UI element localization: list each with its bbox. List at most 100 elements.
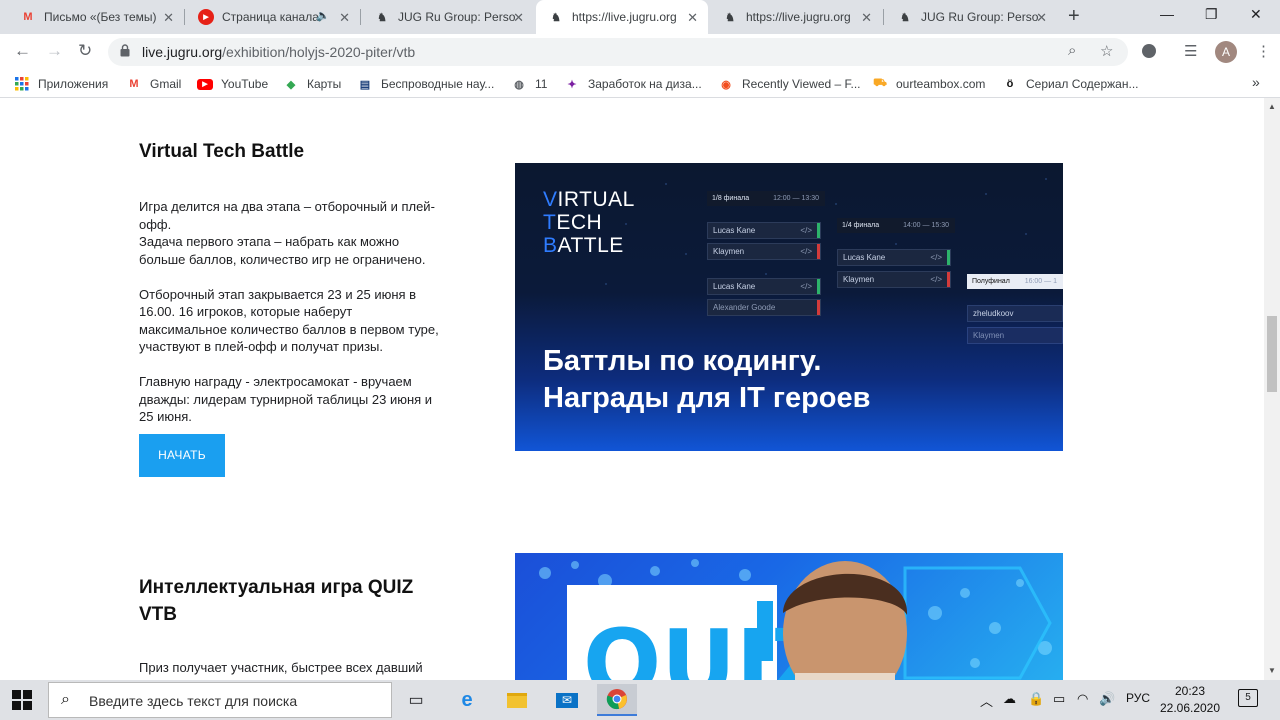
bookmark-design-earnings[interactable]: ✦ Заработок на диза... xyxy=(564,76,702,92)
bookmark-label: Заработок на диза... xyxy=(588,77,702,91)
page-scrollbar[interactable]: ▲ ▼ xyxy=(1264,98,1280,680)
title-line: VTB xyxy=(139,604,177,625)
bookmark-wireless[interactable]: ▤ Беспроводные нау... xyxy=(357,76,494,92)
section-description-vtb: Игра делится на два этапа – отборочный и… xyxy=(139,198,439,443)
url-domain: live.jugru.org xyxy=(142,44,223,60)
close-icon[interactable]: ✕ xyxy=(339,10,350,26)
bookmark-11[interactable]: ◍ 11 xyxy=(511,76,547,92)
clock-time: 20:23 xyxy=(1174,684,1206,698)
notification-center-icon[interactable]: 5 xyxy=(1238,689,1258,707)
window-close-icon[interactable]: ✕ xyxy=(1250,6,1262,23)
quiz-artwork: QUIZ xyxy=(539,559,1052,680)
lose-marker xyxy=(817,244,820,259)
media-playlist-icon[interactable]: ☰ xyxy=(1184,42,1197,60)
url-text[interactable]: live.jugru.org/exhibition/holyjs-2020-pi… xyxy=(142,44,415,60)
bracket-round-header: 1/8 финала 12:00 — 13:30 xyxy=(707,191,825,206)
taskbar-clock[interactable]: 20:23 22.06.2020 xyxy=(1152,683,1228,717)
close-icon[interactable]: ✕ xyxy=(1036,10,1047,26)
extension-icon[interactable] xyxy=(1142,44,1156,58)
bookmark-label: Сериал Содержан... xyxy=(1026,77,1139,91)
figma-icon: ◉ xyxy=(721,78,731,91)
bookmark-label: Беспроводные нау... xyxy=(381,77,495,91)
page-content: Virtual Tech Battle Игра делится на два … xyxy=(0,98,1264,680)
taskbar-search-box[interactable]: ⌕ Введите здесь текст для поиска xyxy=(48,682,392,718)
security-icon[interactable]: 🔒 xyxy=(1028,691,1044,707)
tab-live-jugru-active[interactable]: ♞ https://live.jugru.org ✕ xyxy=(536,0,708,34)
close-icon[interactable]: ✕ xyxy=(163,10,174,26)
tab-separator xyxy=(883,9,884,25)
windows-start-icon[interactable] xyxy=(12,690,32,710)
close-icon[interactable]: ✕ xyxy=(513,10,524,26)
maps-icon: ◆ xyxy=(286,78,296,91)
win-marker xyxy=(817,279,820,294)
bracket-player: Lucas Kane </> xyxy=(837,249,951,266)
bookmark-figma[interactable]: ◉ Recently Viewed – F... xyxy=(718,76,860,92)
scroll-down-icon[interactable]: ▼ xyxy=(1268,666,1276,675)
bracket-player: Klaymen xyxy=(967,327,1063,344)
file-explorer-icon[interactable] xyxy=(497,684,537,716)
tab-youtube-channel[interactable]: ▶ Страница канала 🔈 ✕ xyxy=(186,0,360,34)
reload-icon[interactable]: ↻ xyxy=(78,41,92,61)
code-icon: </> xyxy=(930,275,942,284)
star-icon[interactable]: ☆ xyxy=(1100,42,1113,60)
tab-jugru-2[interactable]: ♞ JUG Ru Group: Perso ✕ xyxy=(885,0,1057,34)
tab-title: https://live.jugru.org xyxy=(746,10,851,24)
new-tab-button[interactable]: + xyxy=(1068,5,1080,28)
logo-line: ATTLE xyxy=(557,234,624,257)
tab-gmail[interactable]: M Письмо «(Без темы) ✕ xyxy=(8,0,184,34)
bookmark-gmail[interactable]: M Gmail xyxy=(126,76,181,92)
avatar[interactable]: A xyxy=(1215,41,1237,63)
more-bookmarks-icon[interactable]: » xyxy=(1252,74,1260,90)
paragraph: Отборочный этап закрывается 23 и 25 июня… xyxy=(139,286,439,355)
round-time: 14:00 — 15:30 xyxy=(903,222,949,229)
forward-arrow-icon[interactable]: → xyxy=(46,41,63,61)
lose-marker xyxy=(947,272,950,287)
onedrive-icon[interactable]: ☁ xyxy=(1003,691,1016,707)
apps-grid-icon xyxy=(14,76,30,92)
bookmark-series[interactable]: ö Сериал Содержан... xyxy=(1002,76,1139,92)
globe-icon: ◍ xyxy=(514,78,524,91)
bookmark-ourteambox[interactable]: ⛟ ourteambox.com xyxy=(872,76,985,92)
player-name: Lucas Kane xyxy=(843,253,886,262)
scroll-thumb[interactable] xyxy=(1267,316,1277,392)
bookmark-youtube[interactable]: ▶ YouTube xyxy=(197,76,268,92)
close-icon[interactable]: ✕ xyxy=(861,10,872,26)
back-arrow-icon[interactable]: ← xyxy=(14,41,31,61)
chrome-icon[interactable] xyxy=(597,684,637,716)
chevron-up-icon[interactable]: ︿ xyxy=(980,691,993,710)
bracket-player: Lucas Kane </> xyxy=(707,278,821,295)
round-label: 1/8 финала xyxy=(712,195,750,202)
bookmark-apps[interactable]: Приложения xyxy=(14,76,108,92)
tab-separator xyxy=(184,9,185,25)
logo-initial: T xyxy=(543,211,557,234)
bracket-player: Klaymen </> xyxy=(707,243,821,260)
menu-dots-icon[interactable]: ⋮ xyxy=(1256,42,1271,60)
scroll-up-icon[interactable]: ▲ xyxy=(1268,102,1276,111)
battery-icon[interactable]: ▭ xyxy=(1053,691,1065,707)
logo-line: IRTUAL xyxy=(557,188,635,211)
bookmark-maps[interactable]: ◆ Карты xyxy=(283,76,341,92)
speaker-icon[interactable]: 🔈 xyxy=(316,9,330,22)
minimize-icon[interactable]: — xyxy=(1160,6,1174,22)
tab-title: https://live.jugru.org xyxy=(572,10,677,24)
tab-title: Письмо «(Без темы) xyxy=(44,10,157,24)
volume-icon[interactable]: 🔊 xyxy=(1099,691,1115,707)
task-view-icon[interactable]: ▭ xyxy=(396,684,436,716)
tab-jugru-1[interactable]: ♞ JUG Ru Group: Perso ✕ xyxy=(362,0,534,34)
address-bar[interactable]: live.jugru.org/exhibition/holyjs-2020-pi… xyxy=(108,38,1128,66)
start-button[interactable]: НАЧАТЬ xyxy=(139,434,225,477)
mail-icon[interactable]: ✉ xyxy=(547,684,587,716)
page-icon: ▤ xyxy=(359,78,371,91)
round-time: 16:00 — 1 xyxy=(1024,278,1057,285)
clock-date: 22.06.2020 xyxy=(1159,701,1221,715)
wifi-icon[interactable]: ◠ xyxy=(1077,691,1088,707)
restore-icon[interactable]: ❐ xyxy=(1205,6,1218,23)
language-indicator[interactable]: РУС xyxy=(1126,691,1150,705)
vtb-banner[interactable]: VIRTUAL TECH BATTLE 1/8 финала 12:00 — 1… xyxy=(515,163,1063,451)
close-icon[interactable]: ✕ xyxy=(687,10,698,26)
zoom-icon[interactable]: ⌕ xyxy=(1068,42,1076,59)
tab-live-jugru-2[interactable]: ♞ https://live.jugru.org ✕ xyxy=(710,0,882,34)
internet-explorer-icon[interactable]: e xyxy=(447,684,487,716)
code-icon: </> xyxy=(930,253,942,262)
quiz-banner-image[interactable]: QUIZ xyxy=(515,553,1063,680)
